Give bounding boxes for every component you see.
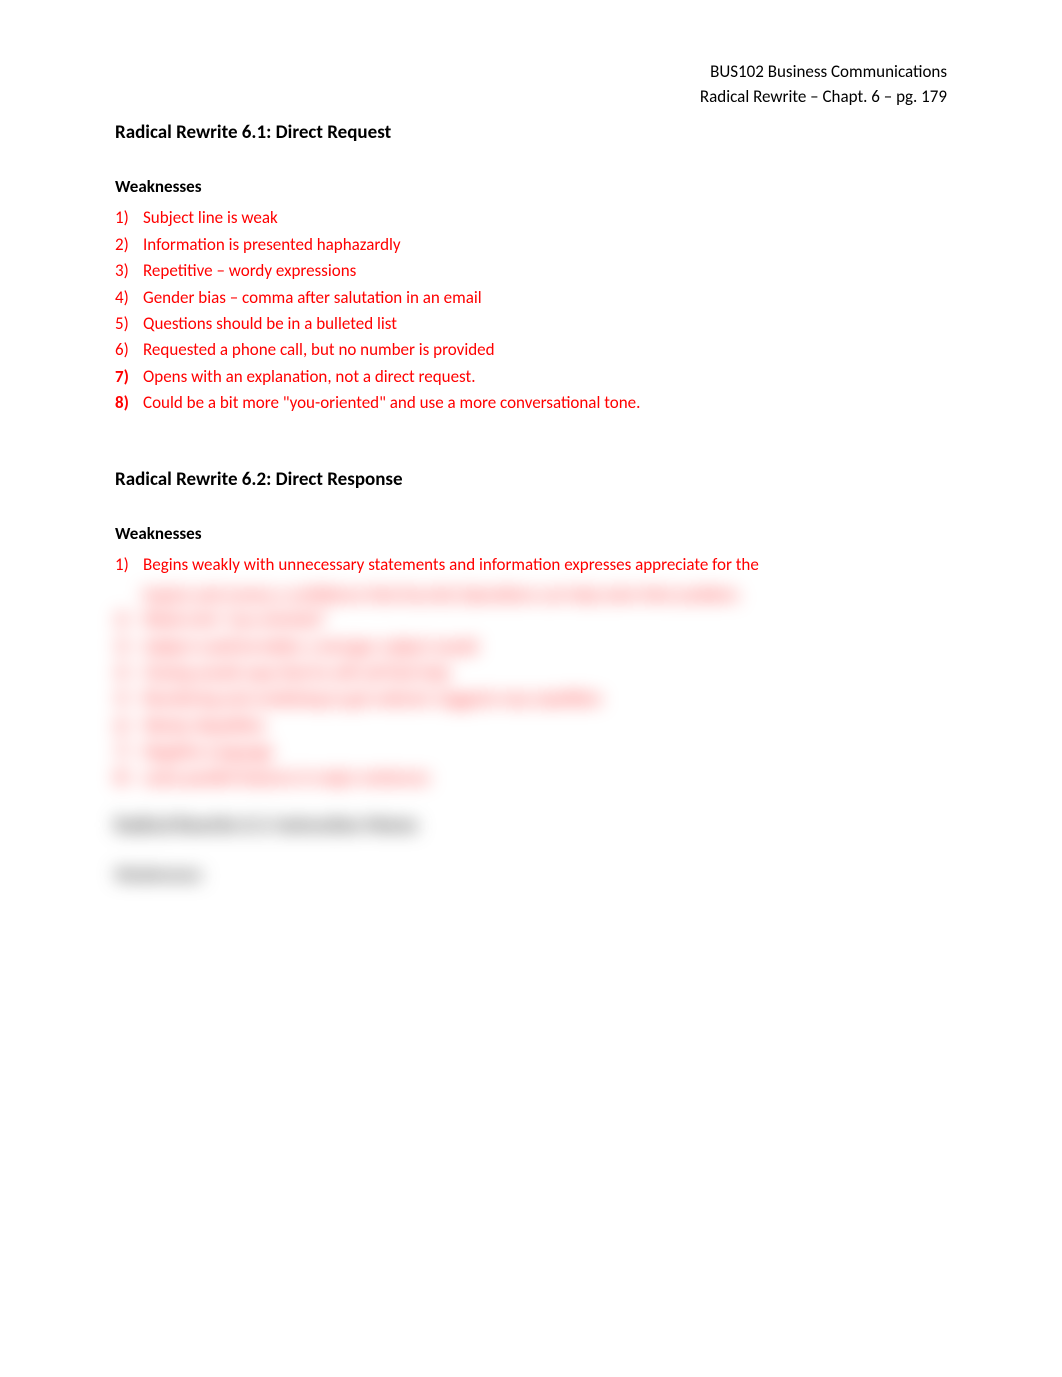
list-item: 4)Gender bias – comma after salutation i…	[115, 285, 947, 311]
weaknesses-list-1: 1)Subject line is weak 2)Information is …	[115, 205, 947, 416]
blurred-item: 4)Closing would copy that he will call t…	[115, 660, 947, 686]
document-header: BUS102 Business Communications Radical R…	[535, 60, 947, 109]
blurred-item: 6)Wordy, Repetitive	[115, 713, 947, 739]
list-item: 5)Questions should be in a bulleted list	[115, 311, 947, 337]
chapter-page-ref: Radical Rewrite – Chapt. 6 – pg. 179	[535, 85, 947, 110]
blurred-weaknesses-heading: Weaknesses	[115, 863, 947, 888]
blurred-item: 3)Subject could be better a stronger sub…	[115, 634, 947, 660]
list-item: 1)Begins weakly with unnecessary stateme…	[115, 552, 947, 578]
list-item: 2)Information is presented haphazardly	[115, 232, 947, 258]
list-item: 7)Opens with an explanation, not a direc…	[115, 364, 947, 390]
section-6-2-title: Radical Rewrite 6.2: Direct Response	[115, 466, 947, 494]
blurred-continuation: inquiry and convey a confidence that Sec…	[115, 583, 947, 608]
blurred-section-title: Radical Rewrite 6.3: Instruction Memo	[115, 812, 947, 840]
course-title: BUS102 Business Communications	[535, 60, 947, 85]
blurred-item: 8)Lacks parallel features in major sente…	[115, 765, 947, 791]
blurred-item: 2)Weak echo "you-oriented"	[115, 607, 947, 633]
blurred-item: 7)Negative Language	[115, 739, 947, 765]
weaknesses-heading-1: Weaknesses	[115, 175, 947, 200]
section-6-1-title: Radical Rewrite 6.1: Direct Request	[115, 119, 947, 147]
weaknesses-list-2: 1)Begins weakly with unnecessary stateme…	[115, 552, 947, 578]
list-item: 3)Repetitive – wordy expressions	[115, 258, 947, 284]
list-item: 1)Subject line is weak	[115, 205, 947, 231]
weaknesses-heading-2: Weaknesses	[115, 522, 947, 547]
blurred-item: 5)Reordering and combining to get ordere…	[115, 686, 947, 712]
blurred-content: inquiry and convey a confidence that Sec…	[115, 583, 947, 888]
list-item: 6)Requested a phone call, but no number …	[115, 337, 947, 363]
list-item: 8)Could be a bit more "you-oriented" and…	[115, 390, 947, 416]
